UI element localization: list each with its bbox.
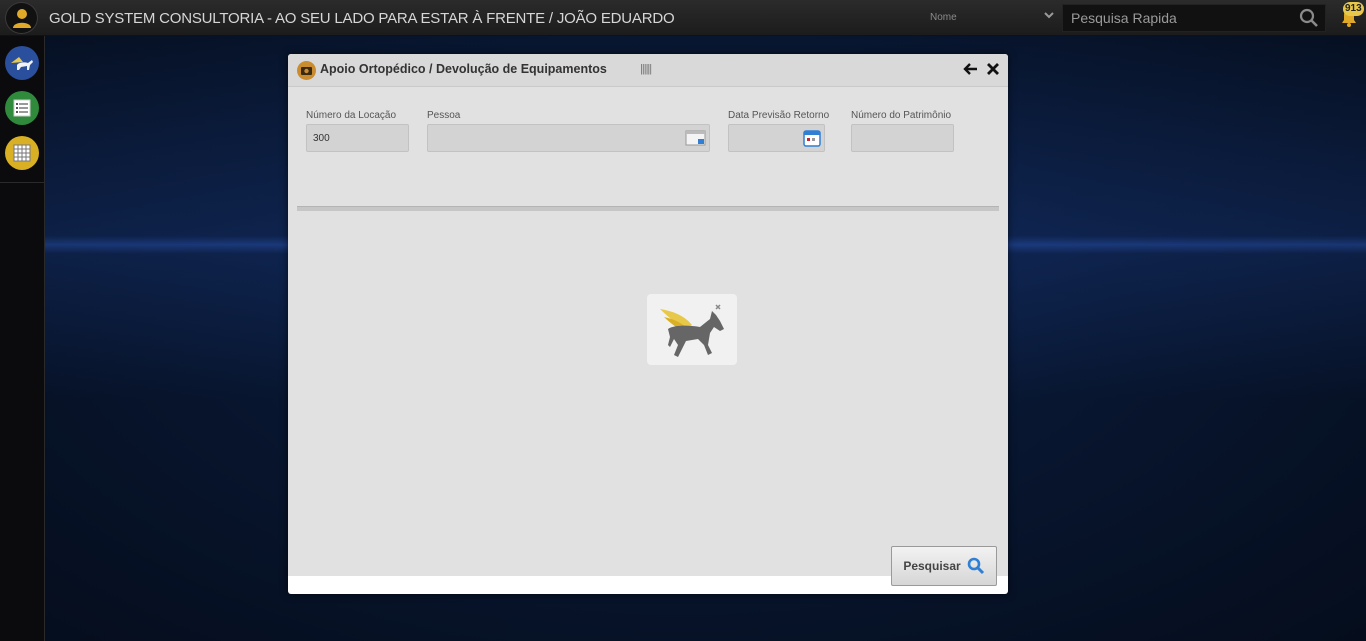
pesquisar-label: Pesquisar [903,559,961,573]
pegasus-logo-icon [660,303,724,357]
search-type-value: Nome [930,12,957,23]
lookup-window-icon[interactable] [685,128,707,151]
sidebar-list-button[interactable] [5,91,39,125]
numero-patrimonio-input[interactable] [858,133,947,144]
list-icon [13,99,31,117]
search-icon[interactable] [1299,8,1319,33]
dialog-body: Número da Locação Pessoa Data Previsão R… [288,87,1008,586]
pesquisar-button[interactable]: Pesquisar [891,546,997,586]
dialog-header[interactable]: Apoio Ortopédico / Devolução de Equipame… [288,54,1008,87]
loading-logo [647,294,737,365]
app-title: GOLD SYSTEM CONSULTORIA - AO SEU LADO PA… [49,10,675,27]
search-type-select[interactable]: Nome [930,12,1055,26]
drag-grip[interactable]: |||||| [640,63,652,75]
quick-search [1062,4,1326,32]
numero-locacao-field [306,124,409,152]
numero-locacao-label: Número da Locação [306,110,397,121]
calendar-icon[interactable] [802,128,822,151]
sidebar-logo-button[interactable] [5,46,39,80]
back-arrow-icon[interactable] [963,61,979,77]
calculator-grid-icon [13,144,31,162]
sidebar-grid-button[interactable] [5,136,39,170]
data-previsao-field [728,124,825,152]
module-icon [297,61,316,80]
section-divider [297,206,999,211]
pegasus-icon [11,57,33,70]
dialog-title: Apoio Ortopédico / Devolução de Equipame… [320,62,607,76]
chevron-down-icon [1043,9,1055,24]
sidebar [0,36,45,641]
user-icon [12,9,31,28]
numero-locacao-input[interactable] [313,133,402,144]
pessoa-field [427,124,710,152]
pessoa-label: Pessoa [427,110,461,121]
numero-patrimonio-label: Número do Patrimônio [851,110,952,121]
numero-patrimonio-field [851,124,954,152]
close-icon[interactable] [986,62,1000,76]
data-previsao-label: Data Previsão Retorno [728,110,830,121]
devolucao-dialog: Apoio Ortopédico / Devolução de Equipame… [288,54,1008,594]
search-icon [967,557,984,575]
sidebar-divider [0,182,45,183]
notification-count-badge: 913 [1343,2,1364,16]
quick-search-input[interactable] [1063,5,1293,31]
user-avatar[interactable] [5,2,38,34]
top-bar: GOLD SYSTEM CONSULTORIA - AO SEU LADO PA… [0,0,1366,36]
pessoa-input[interactable] [434,133,703,144]
